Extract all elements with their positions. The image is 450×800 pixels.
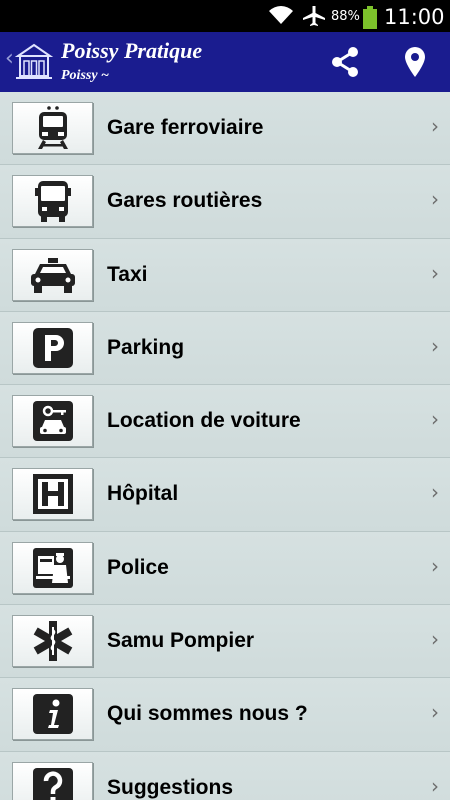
chevron-right-icon: › [431, 773, 439, 798]
info-icon [12, 688, 93, 741]
back-chevron-icon[interactable]: ‹ [5, 46, 14, 71]
list-item-hopital[interactable]: Hôpital › [0, 458, 450, 532]
list-item-label: Police [107, 555, 169, 579]
airplane-icon [302, 5, 326, 32]
chevron-right-icon: › [431, 260, 439, 285]
hospital-icon [12, 468, 93, 521]
location-pin-icon [405, 47, 425, 77]
chevron-right-icon: › [431, 114, 439, 138]
police-icon [12, 541, 93, 594]
wifi-icon [268, 4, 294, 31]
chevron-right-icon: › [431, 333, 439, 358]
taxi-icon [12, 248, 93, 301]
list-item-label: Suggestions [107, 775, 234, 799]
list-item-police[interactable]: Police › [0, 531, 450, 606]
list-item-label: Samu Pompier [107, 629, 255, 653]
share-button[interactable] [322, 40, 368, 84]
status-bar: 88% 11:00 [0, 0, 450, 32]
chevron-right-icon: › [431, 700, 439, 725]
list-item-gares-routieres[interactable]: Gares routières › [0, 165, 450, 239]
list-item-label: Gares routières [107, 189, 263, 213]
location-button[interactable] [392, 40, 438, 84]
list-item-label: Hôpital [107, 482, 179, 506]
list-item-location-de-voiture[interactable]: Location de voiture › [0, 385, 450, 459]
car-rental-icon [12, 395, 93, 448]
list-item-label: Location de voiture [107, 409, 301, 433]
action-bar: ‹ Poissy Pratique Poissy ~ [0, 32, 450, 92]
clock: 11:00 [384, 5, 445, 29]
app-title: Poissy Pratique [61, 38, 203, 63]
chevron-right-icon: › [431, 187, 439, 212]
chevron-right-icon: › [431, 553, 439, 578]
list-item-taxi[interactable]: Taxi › [0, 238, 450, 312]
menu-list: Gare ferroviaire › Gares routières › Tax… [0, 92, 450, 800]
chevron-right-icon: › [431, 480, 439, 505]
list-item-samu-pompier[interactable]: Samu Pompier › [0, 605, 450, 679]
chevron-right-icon: › [431, 407, 439, 432]
list-item-qui-sommes-nous[interactable]: Qui sommes nous ? › [0, 678, 450, 752]
list-item-suggestions[interactable]: Suggestions › [0, 751, 450, 800]
share-icon [332, 47, 358, 77]
list-item-parking[interactable]: Parking › [0, 311, 450, 386]
app-logo-icon[interactable] [14, 42, 54, 85]
list-item-label: Taxi [107, 262, 148, 286]
list-item-label: Gare ferroviaire [107, 116, 264, 139]
chevron-right-icon: › [431, 627, 439, 652]
list-item-gare-ferroviaire[interactable]: Gare ferroviaire › [0, 92, 450, 166]
battery-percentage: 88% [331, 9, 360, 24]
battery-icon [362, 6, 378, 35]
parking-icon [12, 321, 93, 374]
list-item-label: Parking [107, 335, 185, 359]
list-item-label: Qui sommes nous ? [107, 702, 308, 726]
bus-icon [12, 175, 93, 228]
star-of-life-icon [12, 615, 93, 668]
question-icon [12, 761, 93, 800]
app-subtitle[interactable]: Poissy ~ [61, 68, 109, 84]
train-icon [12, 102, 93, 154]
